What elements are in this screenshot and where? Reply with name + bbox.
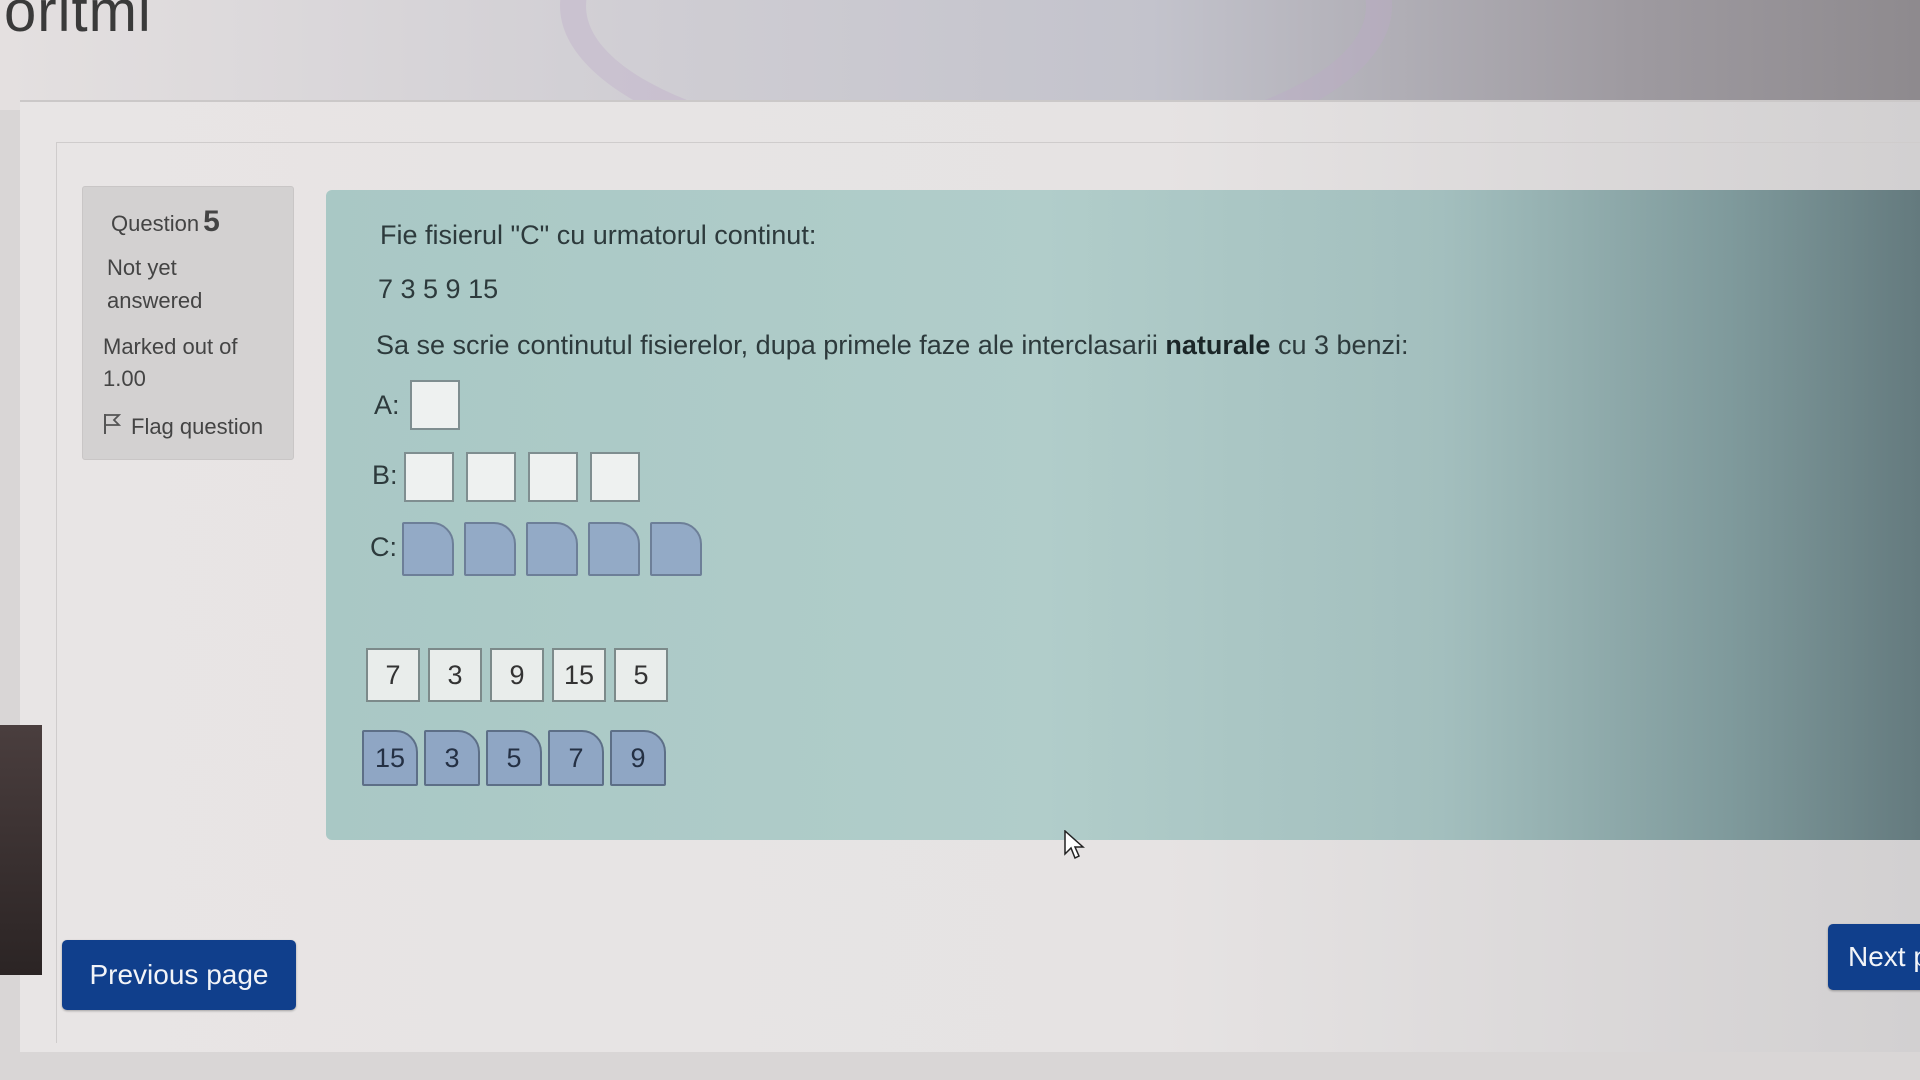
- instruction-bold: naturale: [1165, 330, 1271, 360]
- question-word: Question: [111, 211, 200, 236]
- instruction-before: Sa se scrie continutul fisierelor, dupa …: [376, 330, 1166, 360]
- site-title: oritmi: [4, 0, 152, 44]
- drop-zone-c-1[interactable]: [402, 522, 454, 576]
- question-instruction: Sa se scrie continutul fisierelor, dupa …: [376, 330, 1409, 361]
- side-shadow: [0, 725, 42, 975]
- question-number-label: Question 5: [111, 205, 220, 239]
- row-label-a: A:: [374, 390, 400, 420]
- drop-zone-b-1[interactable]: [404, 452, 454, 502]
- question-intro: Fie fisierul "C" cu urmatorul continut:: [380, 220, 817, 250]
- drag-item-blue[interactable]: 7: [548, 730, 604, 786]
- drag-item-white[interactable]: 3: [428, 648, 482, 702]
- row-label-b: B:: [372, 460, 398, 490]
- question-info-panel: Question 5 Not yet answered Marked out of…: [82, 186, 294, 460]
- drag-item-blue[interactable]: 5: [486, 730, 542, 786]
- next-page-button[interactable]: Next p: [1828, 924, 1920, 990]
- drop-zone-a-1[interactable]: [410, 380, 460, 430]
- drop-zone-b-3[interactable]: [528, 452, 578, 502]
- drag-item-blue[interactable]: 3: [424, 730, 480, 786]
- drop-zone-b-2[interactable]: [466, 452, 516, 502]
- drag-item-blue[interactable]: 9: [610, 730, 666, 786]
- drop-zone-c-4[interactable]: [588, 522, 640, 576]
- drop-zone-c-5[interactable]: [650, 522, 702, 576]
- instruction-after: cu 3 benzi:: [1270, 330, 1409, 360]
- drag-item-white[interactable]: 9: [490, 648, 544, 702]
- previous-page-button[interactable]: Previous page: [62, 940, 296, 1010]
- mouse-pointer-icon: [1064, 829, 1086, 867]
- file-content: 7 3 5 9 15: [378, 274, 499, 304]
- drop-zone-b-4[interactable]: [590, 452, 640, 502]
- drag-item-white[interactable]: 7: [366, 648, 420, 702]
- row-label-c: C:: [370, 532, 397, 562]
- flag-question-link[interactable]: Flag question: [103, 413, 263, 441]
- drag-item-white[interactable]: 15: [552, 648, 606, 702]
- question-content: Fie fisierul "C" cu urmatorul continut: …: [326, 190, 1920, 840]
- question-state: Not yet answered: [107, 255, 203, 313]
- drag-item-blue[interactable]: 15: [362, 730, 418, 786]
- page-header: oritmi: [0, 0, 1920, 172]
- flag-question-label: Flag question: [131, 414, 264, 439]
- drop-zone-c-3[interactable]: [526, 522, 578, 576]
- flag-icon: [103, 413, 122, 441]
- drag-item-white[interactable]: 5: [614, 648, 668, 702]
- drop-zone-c-2[interactable]: [464, 522, 516, 576]
- question-number: 5: [203, 205, 220, 238]
- question-grade: Marked out of 1.00: [103, 334, 238, 391]
